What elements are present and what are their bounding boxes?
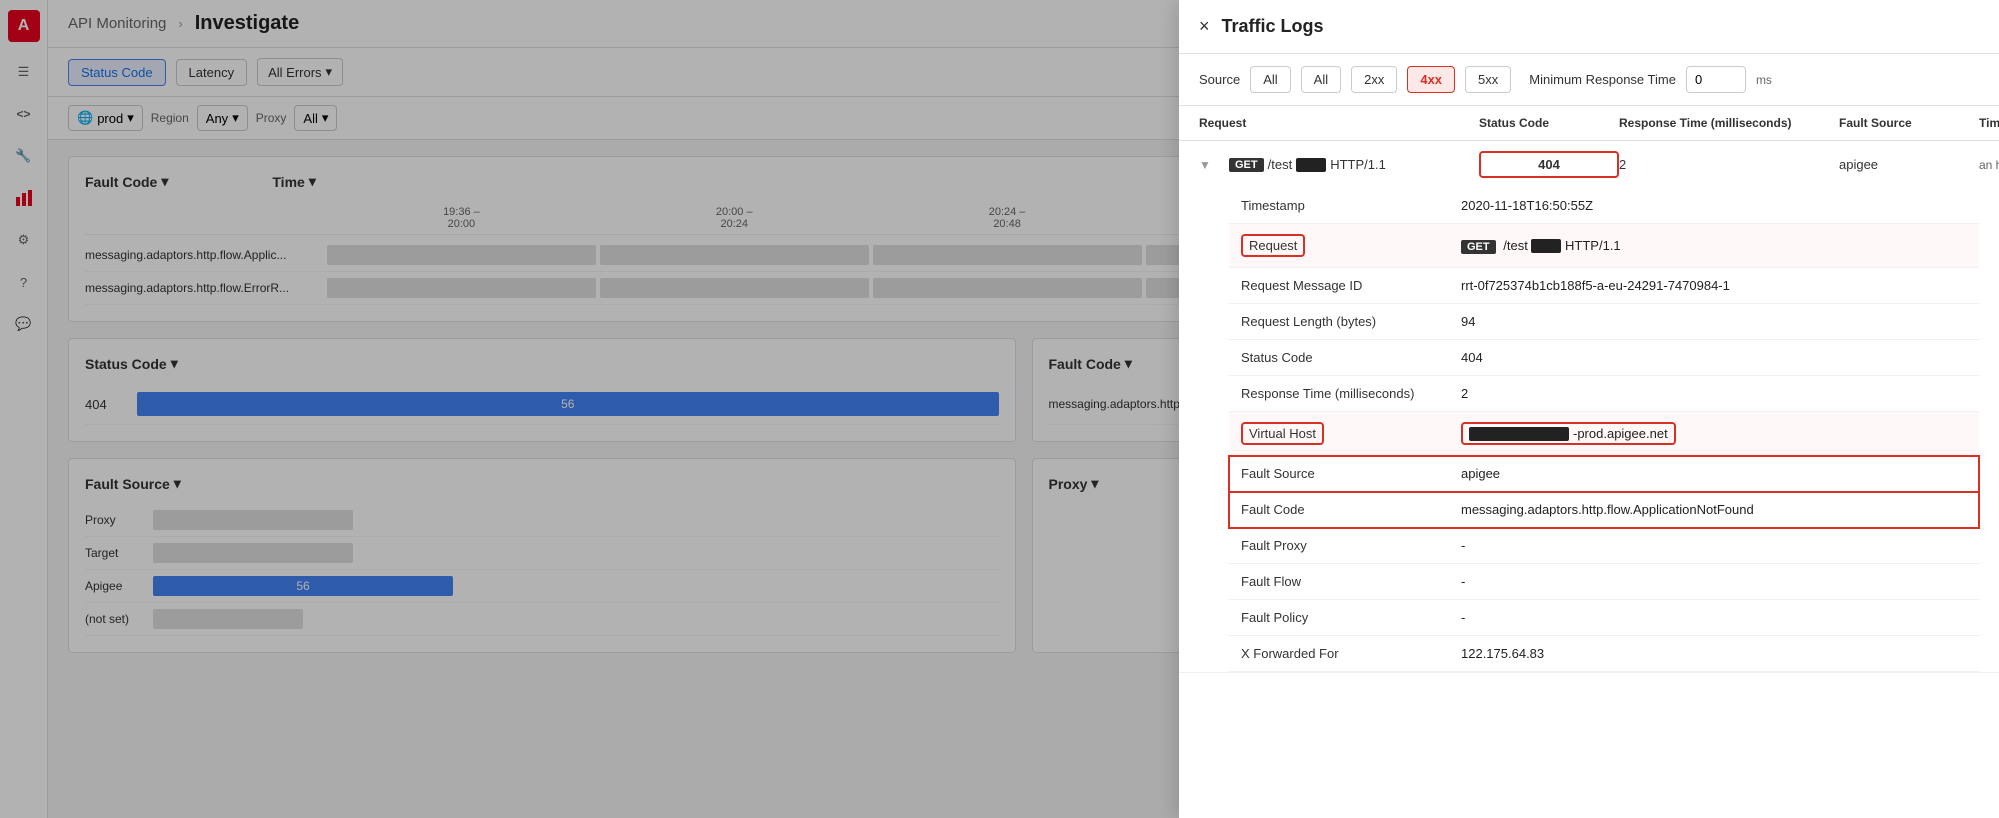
panel-filters: Source All All 2xx 4xx 5xx Minimum Respo…	[1179, 54, 1999, 106]
detail-value-status: 404	[1449, 340, 1979, 376]
detail-label-fault-source: Fault Source	[1229, 456, 1449, 492]
detail-row-fault-proxy: Fault Proxy -	[1229, 528, 1979, 564]
detail-label-request: Request	[1229, 224, 1449, 268]
request-method-tag: GET	[1461, 240, 1496, 254]
expand-icon[interactable]: ▼	[1199, 158, 1229, 172]
log-row-detail: Timestamp 2020-11-18T16:50:55Z Request G…	[1179, 188, 1999, 672]
fault-source-cell: apigee	[1839, 157, 1979, 172]
detail-label-fault-flow: Fault Flow	[1229, 564, 1449, 600]
detail-value-fault-proxy: -	[1449, 528, 1979, 564]
detail-value-message-id: rrt-0f725374b1cb188f5-a-eu-24291-7470984…	[1449, 268, 1979, 304]
detail-value-fault-source: apigee	[1449, 456, 1979, 492]
detail-label-fault-policy: Fault Policy	[1229, 600, 1449, 636]
protocol: HTTP/1.1	[1330, 157, 1386, 172]
source-filter-label: Source	[1199, 72, 1240, 87]
detail-label-status: Status Code	[1229, 340, 1449, 376]
log-table: Request Status Code Response Time (milli…	[1179, 106, 1999, 818]
min-response-label: Minimum Response Time	[1529, 72, 1676, 87]
detail-label-x-forwarded: X Forwarded For	[1229, 636, 1449, 672]
detail-row-fault-policy: Fault Policy -	[1229, 600, 1979, 636]
detail-row-status: Status Code 404	[1229, 340, 1979, 376]
panel-title: Traffic Logs	[1222, 16, 1324, 37]
method-tag: GET	[1229, 158, 1264, 172]
detail-row-x-forwarded: X Forwarded For 122.175.64.83	[1229, 636, 1979, 672]
detail-row-request: Request GET /test HTTP/1.1	[1229, 224, 1979, 268]
status-code-highlighted: 404	[1479, 151, 1619, 178]
panel-header: × Traffic Logs	[1179, 0, 1999, 54]
log-row-main: ▼ GET /test HTTP/1.1 404 2 apigee an hou…	[1179, 141, 1999, 188]
detail-row-virtual-host: Virtual Host -prod.apigee.net	[1229, 412, 1979, 456]
detail-table: Timestamp 2020-11-18T16:50:55Z Request G…	[1229, 188, 1979, 672]
detail-label-fault-proxy: Fault Proxy	[1229, 528, 1449, 564]
log-table-header: Request Status Code Response Time (milli…	[1179, 106, 1999, 141]
detail-value-fault-flow: -	[1449, 564, 1979, 600]
detail-value-fault-policy: -	[1449, 600, 1979, 636]
redacted-path-segment	[1296, 158, 1326, 172]
detail-label-length: Request Length (bytes)	[1229, 304, 1449, 340]
min-response-input[interactable]	[1686, 66, 1746, 93]
col-response-time: Response Time (milliseconds)	[1619, 116, 1839, 130]
source-5xx-button[interactable]: 5xx	[1465, 66, 1511, 93]
source-4xx-button[interactable]: 4xx	[1407, 66, 1455, 93]
log-row[interactable]: ▼ GET /test HTTP/1.1 404 2 apigee an hou…	[1179, 141, 1999, 673]
col-fault-source: Fault Source	[1839, 116, 1979, 130]
col-time: Time ▼	[1979, 116, 1999, 130]
detail-row-timestamp: Timestamp 2020-11-18T16:50:55Z	[1229, 188, 1979, 224]
detail-label-virtual-host: Virtual Host	[1229, 412, 1449, 456]
redacted-segment	[1531, 239, 1561, 253]
detail-value-request: GET /test HTTP/1.1	[1449, 224, 1979, 268]
detail-value-x-forwarded: 122.175.64.83	[1449, 636, 1979, 672]
request-path: /test	[1268, 157, 1293, 172]
detail-row-length: Request Length (bytes) 94	[1229, 304, 1979, 340]
response-time-cell: 2	[1619, 157, 1839, 172]
detail-row-fault-source: Fault Source apigee	[1229, 456, 1979, 492]
detail-row-message-id: Request Message ID rrt-0f725374b1cb188f5…	[1229, 268, 1979, 304]
detail-value-timestamp: 2020-11-18T16:50:55Z	[1449, 188, 1979, 224]
detail-label-fault-code: Fault Code	[1229, 492, 1449, 528]
source-2xx-button[interactable]: 2xx	[1351, 66, 1397, 93]
detail-value-length: 94	[1449, 304, 1979, 340]
detail-row-fault-code: Fault Code messaging.adaptors.http.flow.…	[1229, 492, 1979, 528]
virtual-host-redacted	[1469, 427, 1569, 441]
source-all-button-1[interactable]: All	[1250, 66, 1290, 93]
time-cell: an hour ago	[1979, 158, 1999, 172]
col-request: Request	[1199, 116, 1479, 130]
detail-value-virtual-host: -prod.apigee.net	[1449, 412, 1979, 456]
close-button[interactable]: ×	[1199, 16, 1210, 37]
col-status-code: Status Code	[1479, 116, 1619, 130]
detail-value-fault-code: messaging.adaptors.http.flow.Application…	[1449, 492, 1979, 528]
detail-row-fault-flow: Fault Flow -	[1229, 564, 1979, 600]
detail-value-response-time: 2	[1449, 376, 1979, 412]
traffic-logs-panel: × Traffic Logs Source All All 2xx 4xx 5x…	[1179, 0, 1999, 818]
detail-label-response-time: Response Time (milliseconds)	[1229, 376, 1449, 412]
ms-label: ms	[1756, 73, 1772, 87]
request-cell: GET /test HTTP/1.1	[1229, 157, 1479, 172]
detail-label-timestamp: Timestamp	[1229, 188, 1449, 224]
detail-label-message-id: Request Message ID	[1229, 268, 1449, 304]
source-all-button-2[interactable]: All	[1301, 66, 1341, 93]
detail-row-response-time: Response Time (milliseconds) 2	[1229, 376, 1979, 412]
